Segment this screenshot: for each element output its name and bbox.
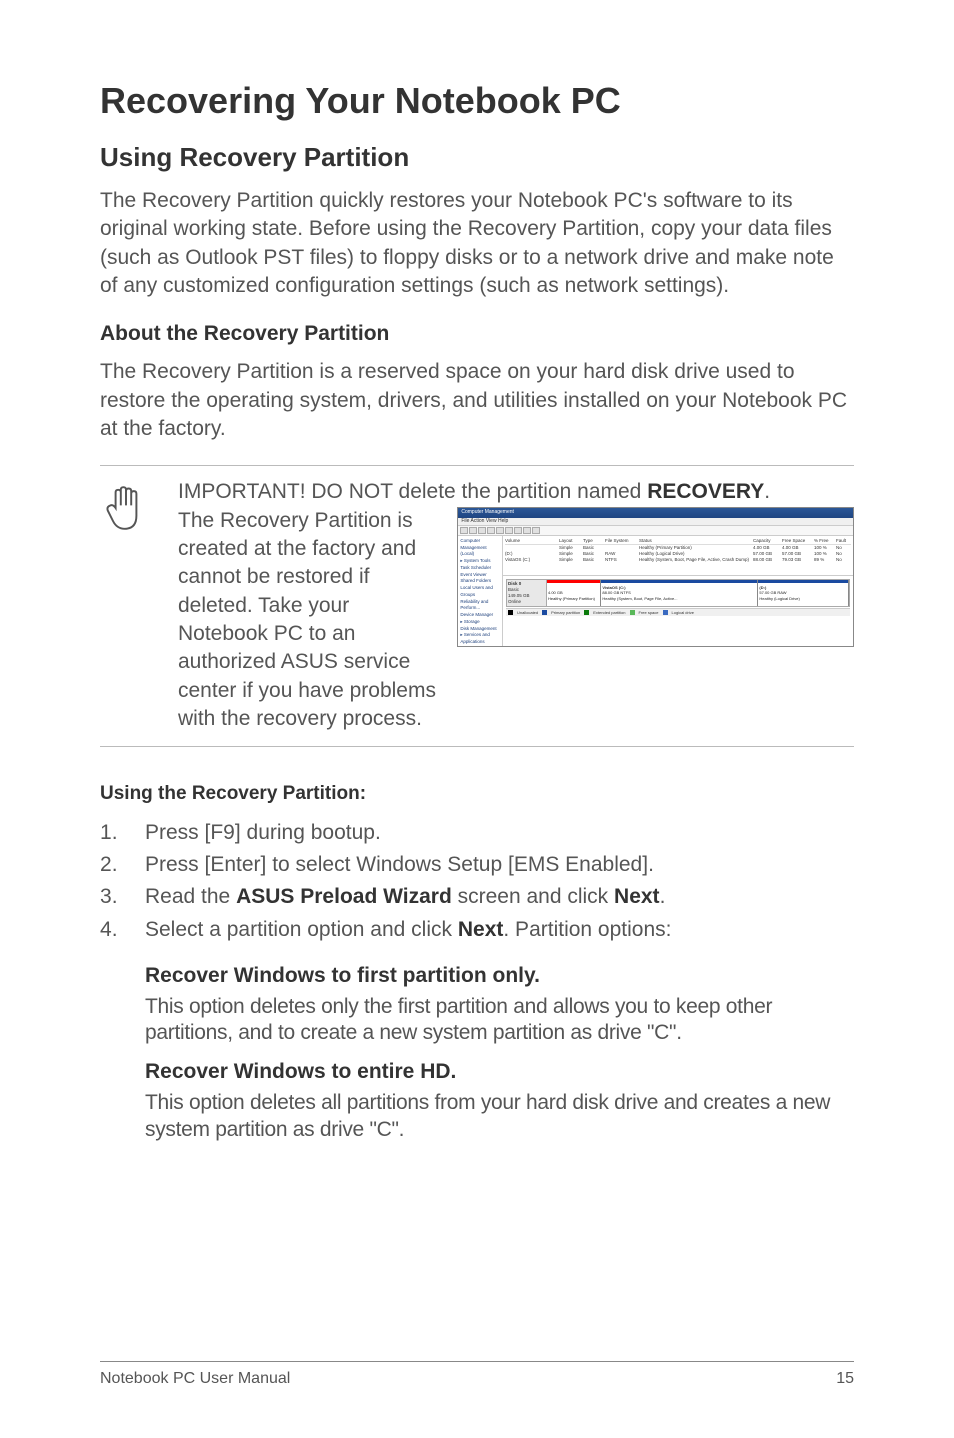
subsection-heading: About the Recovery Partition <box>100 322 854 346</box>
cm-legend: Unallocated Primary partition Extended p… <box>506 608 850 616</box>
computer-management-screenshot: Computer Management File Action View Hel… <box>457 507 854 647</box>
cm-titlebar: Computer Management <box>458 508 853 518</box>
usage-heading: Using the Recovery Partition: <box>100 783 854 805</box>
hand-stop-icon <box>100 478 160 539</box>
page-title: Recovering Your Notebook PC <box>100 80 854 122</box>
option-desc: This option deletes only the first parti… <box>145 994 854 1047</box>
cm-disk-map: Disk 0 Basic 149.05 GB Online 4.00 GBHea… <box>503 576 853 646</box>
section-heading: Using Recovery Partition <box>100 142 854 173</box>
section-body: The Recovery Partition quickly restores … <box>100 187 854 300</box>
notice-partition-name: RECOVERY <box>647 480 764 503</box>
cm-menubar: File Action View Help <box>458 518 853 526</box>
recovery-steps: Press [F9] during bootup. Press [Enter] … <box>100 819 854 944</box>
partition-option-1: Recover Windows to first partition only.… <box>100 964 854 1047</box>
page-footer: Notebook PC User Manual 15 <box>100 1361 854 1388</box>
subsection-body: The Recovery Partition is a reserved spa… <box>100 358 854 443</box>
step-3: Read the ASUS Preload Wizard screen and … <box>100 883 854 911</box>
notice-text: IMPORTANT! DO NOT delete the partition n… <box>178 478 854 733</box>
cm-volume-grid: Volume Layout Type File System Status Ca… <box>503 536 853 576</box>
notice-prefix: IMPORTANT! DO NOT delete the partition n… <box>178 480 647 503</box>
footer-page-number: 15 <box>836 1370 854 1388</box>
notice-suffix-sep: . <box>764 480 770 503</box>
cm-toolbar <box>458 526 853 536</box>
step-2: Press [Enter] to select Windows Setup [E… <box>100 851 854 879</box>
option-title: Recover Windows to first partition only. <box>145 964 854 988</box>
cm-tree: Computer Management (Local) ▸ System Too… <box>458 536 503 646</box>
important-notice: IMPORTANT! DO NOT delete the partition n… <box>100 465 854 746</box>
option-title: Recover Windows to entire HD. <box>145 1060 854 1084</box>
option-desc: This option deletes all partitions from … <box>145 1090 854 1143</box>
footer-left: Notebook PC User Manual <box>100 1370 290 1388</box>
step-1: Press [F9] during bootup. <box>100 819 854 847</box>
step-4: Select a partition option and click Next… <box>100 916 854 944</box>
notice-continuation: The Recovery Partition is created at the… <box>178 507 442 734</box>
cm-grid-header: Volume Layout Type File System Status Ca… <box>505 538 851 545</box>
partition-option-2: Recover Windows to entire HD. This optio… <box>100 1060 854 1143</box>
